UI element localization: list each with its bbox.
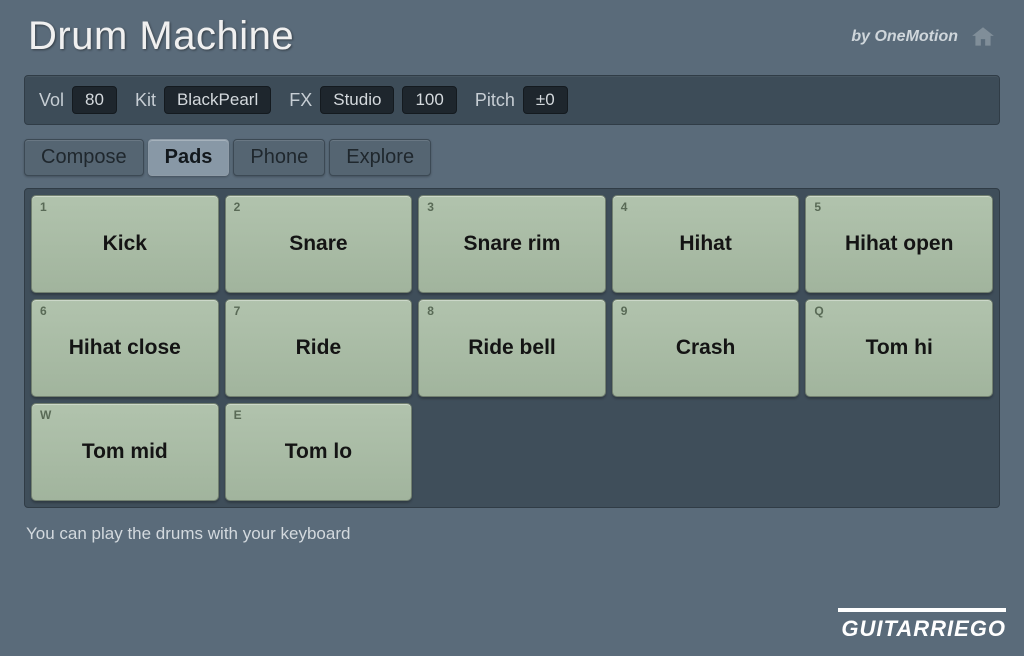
pad-key: 9 (621, 304, 628, 318)
watermark-line (838, 608, 1006, 612)
header: Drum Machine by OneMotion (0, 0, 1024, 69)
pad-label: Ride bell (468, 336, 556, 360)
pad-key: E (234, 408, 242, 422)
pad-key: 7 (234, 304, 241, 318)
pad-label: Tom hi (866, 336, 933, 360)
home-icon[interactable] (970, 24, 996, 50)
pad-snare-rim[interactable]: 3 Snare rim (418, 195, 606, 293)
pad-label: Ride (296, 336, 342, 360)
pad-label: Snare rim (464, 232, 561, 256)
pad-label: Snare (289, 232, 347, 256)
tab-row: Compose Pads Phone Explore (24, 139, 1000, 176)
pad-tom-mid[interactable]: W Tom mid (31, 403, 219, 501)
pad-label: Tom lo (285, 440, 352, 464)
pad-key: 5 (814, 200, 821, 214)
tab-explore[interactable]: Explore (329, 139, 431, 176)
fx-label: FX (289, 90, 312, 111)
pad-label: Hihat open (845, 232, 954, 256)
pitch-label: Pitch (475, 90, 515, 111)
watermark-text: GUITARRIEGO (838, 616, 1006, 642)
pad-hihat[interactable]: 4 Hihat (612, 195, 800, 293)
pads-grid: 1 Kick 2 Snare 3 Snare rim 4 Hihat 5 Hih… (31, 195, 993, 501)
fx-control: FX Studio 100 (289, 86, 457, 114)
pad-hihat-open[interactable]: 5 Hihat open (805, 195, 993, 293)
pad-ride-bell[interactable]: 8 Ride bell (418, 299, 606, 397)
byline: by OneMotion (851, 28, 958, 46)
pad-hihat-close[interactable]: 6 Hihat close (31, 299, 219, 397)
pad-key: W (40, 408, 51, 422)
vol-control: Vol 80 (39, 86, 117, 114)
fx-value[interactable]: Studio (320, 86, 394, 114)
kit-control: Kit BlackPearl (135, 86, 271, 114)
tab-pads[interactable]: Pads (148, 139, 230, 176)
pad-key: 4 (621, 200, 628, 214)
kit-value[interactable]: BlackPearl (164, 86, 271, 114)
pad-kick[interactable]: 1 Kick (31, 195, 219, 293)
pad-key: 2 (234, 200, 241, 214)
help-text: You can play the drums with your keyboar… (26, 524, 998, 544)
pad-snare[interactable]: 2 Snare (225, 195, 413, 293)
pads-panel: 1 Kick 2 Snare 3 Snare rim 4 Hihat 5 Hih… (24, 188, 1000, 508)
pad-key: 8 (427, 304, 434, 318)
pad-key: 1 (40, 200, 47, 214)
kit-label: Kit (135, 90, 156, 111)
pad-label: Hihat close (69, 336, 181, 360)
pad-tom-lo[interactable]: E Tom lo (225, 403, 413, 501)
vol-label: Vol (39, 90, 64, 111)
pad-label: Crash (676, 336, 736, 360)
pad-crash[interactable]: 9 Crash (612, 299, 800, 397)
fx-amount[interactable]: 100 (402, 86, 456, 114)
pad-ride[interactable]: 7 Ride (225, 299, 413, 397)
header-right: by OneMotion (851, 24, 996, 50)
pad-key: Q (814, 304, 823, 318)
watermark: GUITARRIEGO (838, 608, 1006, 642)
pad-label: Kick (103, 232, 147, 256)
control-bar: Vol 80 Kit BlackPearl FX Studio 100 Pitc… (24, 75, 1000, 125)
pad-key: 3 (427, 200, 434, 214)
tab-compose[interactable]: Compose (24, 139, 144, 176)
pitch-value[interactable]: ±0 (523, 86, 568, 114)
pad-label: Tom mid (82, 440, 168, 464)
app-title: Drum Machine (28, 14, 294, 59)
pitch-control: Pitch ±0 (475, 86, 568, 114)
pad-label: Hihat (679, 232, 732, 256)
vol-value[interactable]: 80 (72, 86, 117, 114)
pad-key: 6 (40, 304, 47, 318)
tab-phone[interactable]: Phone (233, 139, 325, 176)
pad-tom-hi[interactable]: Q Tom hi (805, 299, 993, 397)
